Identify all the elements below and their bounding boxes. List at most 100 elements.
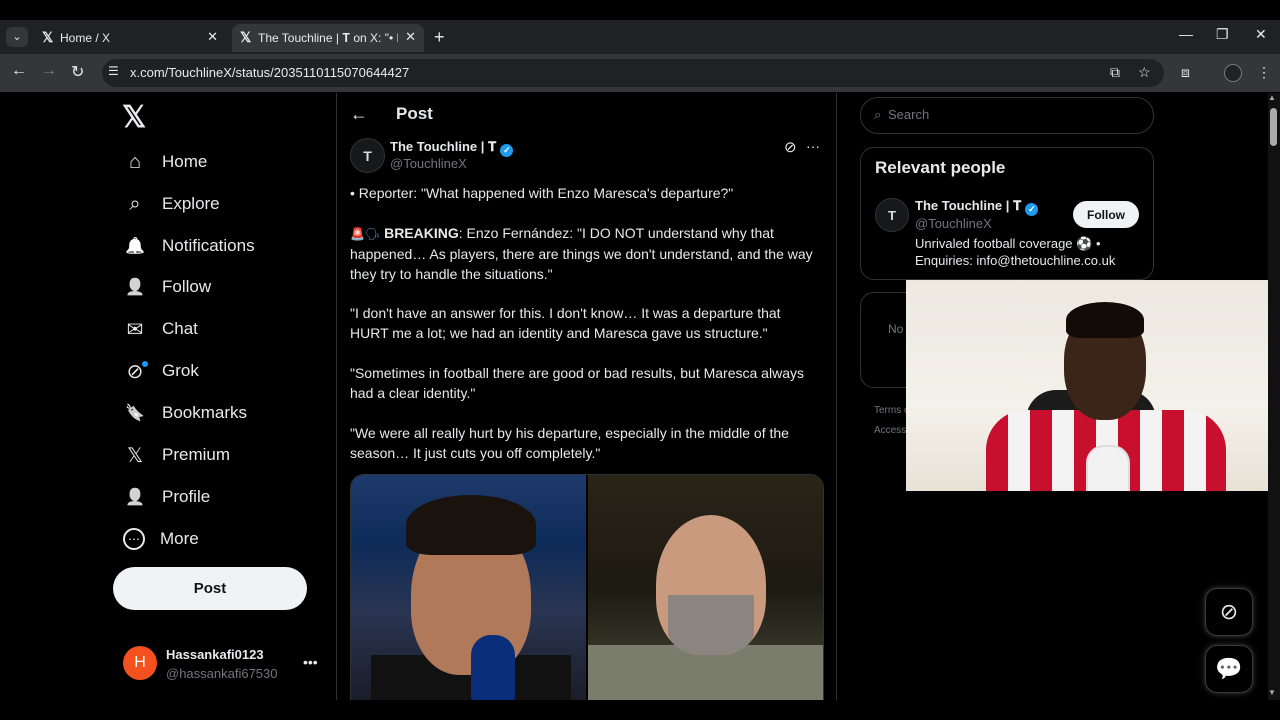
more-circle-icon: ⋯ [123,528,145,550]
install-app-icon[interactable]: ⧉ [1110,64,1120,81]
browser-menu-icon[interactable]: ⋮ [1257,64,1271,81]
media-photo-left[interactable] [351,475,586,701]
grok-explain-icon[interactable]: ⊘ [784,138,797,156]
home-icon: ⌂ [128,150,142,173]
mail-icon: ✉ [126,318,144,341]
footer-link[interactable]: Access [874,425,906,436]
tab-search-button[interactable]: ⌄ [6,27,28,47]
account-handle[interactable]: @hassankafi67530 [166,666,278,681]
profile-avatar-icon[interactable] [1224,64,1242,82]
bookmark-star-icon[interactable]: ☆ [1138,64,1151,81]
x-logo-icon[interactable]: 𝕏 [122,100,146,135]
card-text: No [888,322,904,336]
window-close-icon[interactable]: ✕ [1255,26,1267,43]
nav-explore[interactable]: ⌕ Explore [123,189,220,219]
account-more-icon[interactable]: ••• [303,654,318,670]
nav-grok[interactable]: ⊘ Grok [123,356,199,386]
photo-detail [668,595,754,655]
footer-link[interactable]: Terms o [874,405,910,416]
url-text[interactable]: x.com/TouchlineX/status/2035110115070644… [130,65,409,80]
tweet-paragraph-2: 🚨🗣 BREAKING: Enzo Fernández: "I DO NOT u… [350,223,820,284]
verified-badge-icon: ✓ [1025,203,1039,216]
reload-icon[interactable]: ↻ [71,62,84,82]
nav-bookmarks[interactable]: 🔖 Bookmarks [123,398,247,428]
extensions-icon[interactable]: ⧈ [1181,64,1190,81]
webcam-detail [1066,302,1144,338]
close-icon[interactable]: ✕ [207,29,218,45]
nav-home[interactable]: ⌂ Home [123,147,207,177]
bottom-bar [0,700,1280,720]
minimize-icon[interactable]: — [1179,26,1193,42]
tweet-paragraph-4: "Sometimes in football there are good or… [350,365,804,401]
person-add-icon: 👤 [125,279,145,296]
close-icon[interactable]: ✕ [405,29,416,45]
scrollbar[interactable] [1268,93,1280,700]
scrollbar-thumb[interactable] [1270,108,1277,146]
nav-label: Profile [162,487,211,506]
scroll-down-icon[interactable]: ▼ [1268,688,1276,697]
author-name[interactable]: The Touchline | 𝐓 ✓ [390,139,514,157]
forward-icon[interactable]: → [41,62,57,80]
person-name[interactable]: The Touchline | 𝐓 ✓ [915,198,1039,216]
person-bio: Unrivaled football coverage ⚽ • Enquirie… [915,236,1116,268]
back-arrow-icon[interactable]: ← [350,104,368,125]
tab-title: The Touchline | 𝐓 on X: "• Repo [258,31,398,45]
author-handle[interactable]: @TouchlineX [390,156,467,171]
person-name-text: The Touchline | 𝐓 [915,198,1022,213]
page-title: Post [396,104,433,123]
back-icon[interactable]: ← [11,62,27,80]
media-photo-right[interactable] [588,475,823,701]
site-info-icon[interactable]: ☰ [108,64,119,78]
grok-fab-icon[interactable]: ⊘ [1205,588,1253,636]
x-premium-icon: 𝕏 [126,444,144,467]
person-handle[interactable]: @TouchlineX [915,216,992,231]
nav-label: Follow [162,277,212,296]
nav-label: More [160,529,199,548]
x-favicon-icon: 𝕏 [42,29,54,45]
tweet-paragraph-5: "We were all really hurt by his departur… [350,425,789,461]
tweet-line-1: • Reporter: "What happened with Enzo Mar… [350,185,734,201]
nav-more[interactable]: ⋯ More [123,524,199,554]
restore-icon[interactable]: ❐ [1216,26,1229,43]
x-favicon-icon: 𝕏 [240,29,252,45]
account-name[interactable]: Hassankafi0123 [166,647,264,662]
tab-post[interactable]: 𝕏 The Touchline | 𝐓 on X: "• Repo ✕ [232,24,424,52]
os-top-bar [0,0,1280,20]
grok-glyph: ⊘ [126,360,144,383]
nav-follow[interactable]: 👤 Follow [123,272,211,302]
avatar[interactable]: H [123,646,157,680]
nav-label: Bookmarks [162,403,248,422]
breaking-label: BREAKING [384,225,459,241]
more-options-icon[interactable]: ··· [806,138,820,154]
photo-detail [471,635,515,701]
nav-notifications[interactable]: 🔔 Notifications [123,231,255,261]
nav-label: Grok [162,361,199,380]
section-title: Relevant people [875,158,1006,177]
avatar[interactable]: T [875,198,909,232]
tab-home[interactable]: 𝕏 Home / X ✕ [34,24,226,52]
search-icon: ⌕ [129,192,141,215]
person-icon: 👤 [125,489,145,506]
nav-label: Premium [162,445,231,464]
search-placeholder[interactable]: Search [888,107,929,122]
follow-button[interactable]: Follow [1073,201,1139,228]
bell-icon: 🔔 [125,238,145,255]
post-button[interactable]: Post [113,567,307,610]
scroll-up-icon[interactable]: ▲ [1268,93,1276,102]
nav-premium[interactable]: 𝕏 Premium [123,440,230,470]
grok-icon: ⊘ [123,359,148,383]
nav-label: Explore [162,194,220,213]
author-name-text: The Touchline | 𝐓 [390,139,497,154]
siren-emoji-icon: 🚨 [350,227,365,241]
new-tab-button[interactable]: + [434,27,445,48]
tweet-media[interactable] [350,474,824,702]
speaking-emoji-icon: 🗣 [364,227,381,241]
nav-label: Notifications [162,236,255,255]
bookmark-icon: 🔖 [125,405,145,422]
tab-title: Home / X [60,31,111,45]
verified-badge-icon: ✓ [500,144,514,157]
nav-chat[interactable]: ✉ Chat [123,314,198,344]
nav-profile[interactable]: 👤 Profile [123,482,210,512]
avatar[interactable]: T [350,138,385,173]
chat-fab-icon[interactable]: 💬 [1205,645,1253,693]
